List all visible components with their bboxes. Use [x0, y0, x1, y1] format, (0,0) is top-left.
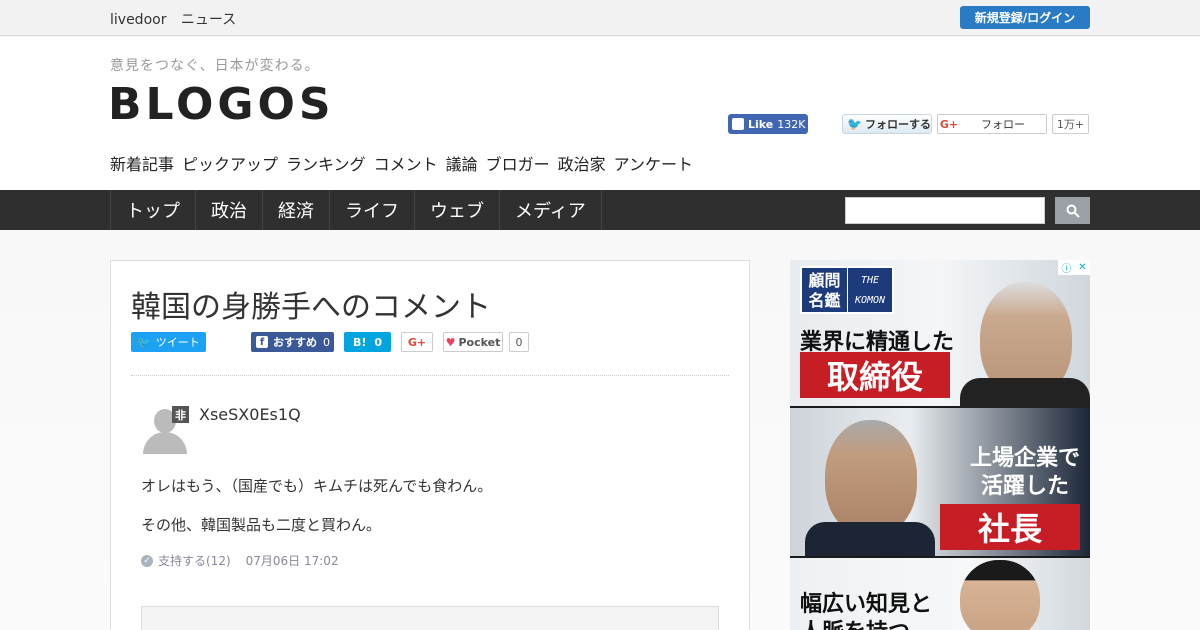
register-login-button[interactable]: 新規登録/ログイン	[960, 6, 1090, 29]
ad-red-label: 社長	[940, 504, 1080, 550]
nav-item-web[interactable]: ウェブ	[415, 190, 500, 230]
anonymous-badge: 非	[172, 406, 189, 423]
ad-headline-line: 活躍した	[980, 473, 1069, 499]
thumbs-up-icon	[732, 118, 744, 130]
comment-timestamp: 07月06日 17:02	[245, 554, 339, 568]
tweet-label: ツイート	[155, 336, 200, 349]
google-plus-icon: G+	[939, 117, 959, 131]
google-plus-share-button[interactable]: G+	[401, 332, 433, 352]
ad-logo-kanji: 名鑑	[808, 291, 841, 310]
category-link[interactable]: ブロガー	[486, 151, 550, 175]
fb-share-label: おすすめ	[273, 336, 317, 349]
twitter-follow-label: フォローする	[864, 118, 931, 131]
divider	[131, 375, 729, 376]
ad-headline: 幅広い知見と 人脈を持つ	[800, 590, 932, 630]
comment-meta: ✓ 支持する(12) 07月06日 17:02	[141, 552, 339, 569]
blogos-logo[interactable]: BLOGOS	[108, 79, 335, 130]
twitter-bird-icon: 🐦	[137, 335, 151, 349]
ad-logo-kanji: 顧問	[808, 271, 841, 290]
ad-person-suit	[805, 522, 935, 556]
article-title[interactable]: 韓国の身勝手へのコメント	[131, 282, 491, 326]
brand-livedoor[interactable]: livedoor	[110, 12, 166, 28]
fb-like-count: 132K	[777, 117, 806, 131]
info-icon: ⓘ	[1061, 264, 1072, 275]
livedoor-news-brand[interactable]: livedoor ニュース	[110, 9, 246, 29]
facebook-icon: f	[256, 336, 268, 348]
comment-username[interactable]: XseSX0Es1Q	[199, 405, 301, 424]
pocket-icon: ♥	[445, 335, 456, 349]
nav-item-top[interactable]: トップ	[111, 190, 196, 230]
ad-headline-line: 幅広い知見と	[800, 591, 933, 617]
nav-item-economy[interactable]: 経済	[263, 190, 330, 230]
nav-item-life[interactable]: ライフ	[330, 190, 415, 230]
category-link[interactable]: 議論	[446, 151, 478, 175]
twitter-follow-button[interactable]: 🐦 フォローする	[842, 114, 932, 134]
site-tagline: 意見をつなぐ、日本が変わる。	[110, 58, 320, 74]
category-link[interactable]: ピックアップ	[182, 151, 278, 175]
search-input[interactable]	[845, 197, 1045, 224]
tweet-button[interactable]: 🐦 ツイート	[131, 332, 206, 352]
hatena-bookmark-button[interactable]: B! 0	[344, 332, 391, 352]
nav-item-politics[interactable]: 政治	[196, 190, 263, 230]
ad-logo-latin: THE	[860, 275, 880, 286]
support-button[interactable]: 支持する(12)	[158, 552, 231, 569]
ad-person-suit	[960, 378, 1090, 408]
top-bar: livedoor ニュース 新規登録/ログイン	[0, 0, 1200, 36]
facebook-share-button[interactable]: f おすすめ 0	[251, 332, 334, 352]
comment-text-line: その他、韓国製品も二度と買わん。	[141, 516, 382, 534]
category-link[interactable]: コメント	[374, 151, 438, 175]
nav-item-media[interactable]: メディア	[500, 190, 602, 230]
gplus-follow-label: フォロー	[981, 118, 1025, 131]
hatena-count: 0	[374, 335, 383, 349]
avatar-body	[143, 432, 187, 454]
comment-text-line: オレはもう、（国産でも）キムチは死んでも食わん。	[141, 477, 493, 495]
twitter-bird-icon: 🐦	[847, 117, 862, 131]
brand-news[interactable]: ニュース	[181, 12, 236, 28]
check-icon: ✓	[141, 554, 153, 567]
search-button[interactable]	[1055, 197, 1090, 224]
fb-share-count: 0	[323, 335, 330, 349]
advertisement[interactable]: 顧問 名鑑 THE KOMON 業界に精通した 取締役 上場企業で 活躍した 社…	[790, 260, 1090, 630]
gplus-follower-count: 1万+	[1052, 114, 1089, 134]
ad-person-image	[960, 560, 1040, 630]
reply-box	[141, 606, 719, 630]
ad-person-image	[825, 420, 917, 536]
ad-headline-line: 上場企業で	[969, 445, 1080, 471]
fb-like-label: Like	[748, 117, 774, 131]
ad-headline-line: 人脈を持つ	[800, 618, 932, 630]
ad-red-label: 取締役	[800, 352, 950, 398]
category-link[interactable]: ランキング	[286, 151, 366, 175]
close-icon[interactable]: ✕	[1078, 262, 1086, 273]
avatar[interactable]: 非	[141, 406, 189, 454]
pocket-count: 0	[509, 332, 529, 352]
category-link[interactable]: 新着記事	[110, 151, 174, 175]
ad-logo: 顧問 名鑑 THE KOMON	[800, 266, 894, 314]
google-plus-follow-button[interactable]: G+ フォロー	[937, 114, 1047, 134]
ad-logo-latin: KOMON	[854, 295, 886, 306]
hatena-icon: B!	[352, 335, 367, 349]
category-link[interactable]: 政治家	[558, 151, 606, 175]
category-nav: 新着記事 ピックアップ ランキング コメント 議論 ブロガー 政治家 アンケート	[110, 151, 701, 175]
facebook-like-button[interactable]: Like 132K	[728, 114, 808, 134]
category-link[interactable]: アンケート	[614, 151, 693, 175]
pocket-button[interactable]: ♥ Pocket	[443, 332, 503, 352]
ad-headline: 上場企業で 活躍した	[965, 444, 1085, 500]
ad-choices-icon[interactable]: ⓘ ✕	[1058, 260, 1090, 275]
pocket-label: Pocket	[458, 335, 501, 349]
search-icon	[1066, 204, 1080, 218]
